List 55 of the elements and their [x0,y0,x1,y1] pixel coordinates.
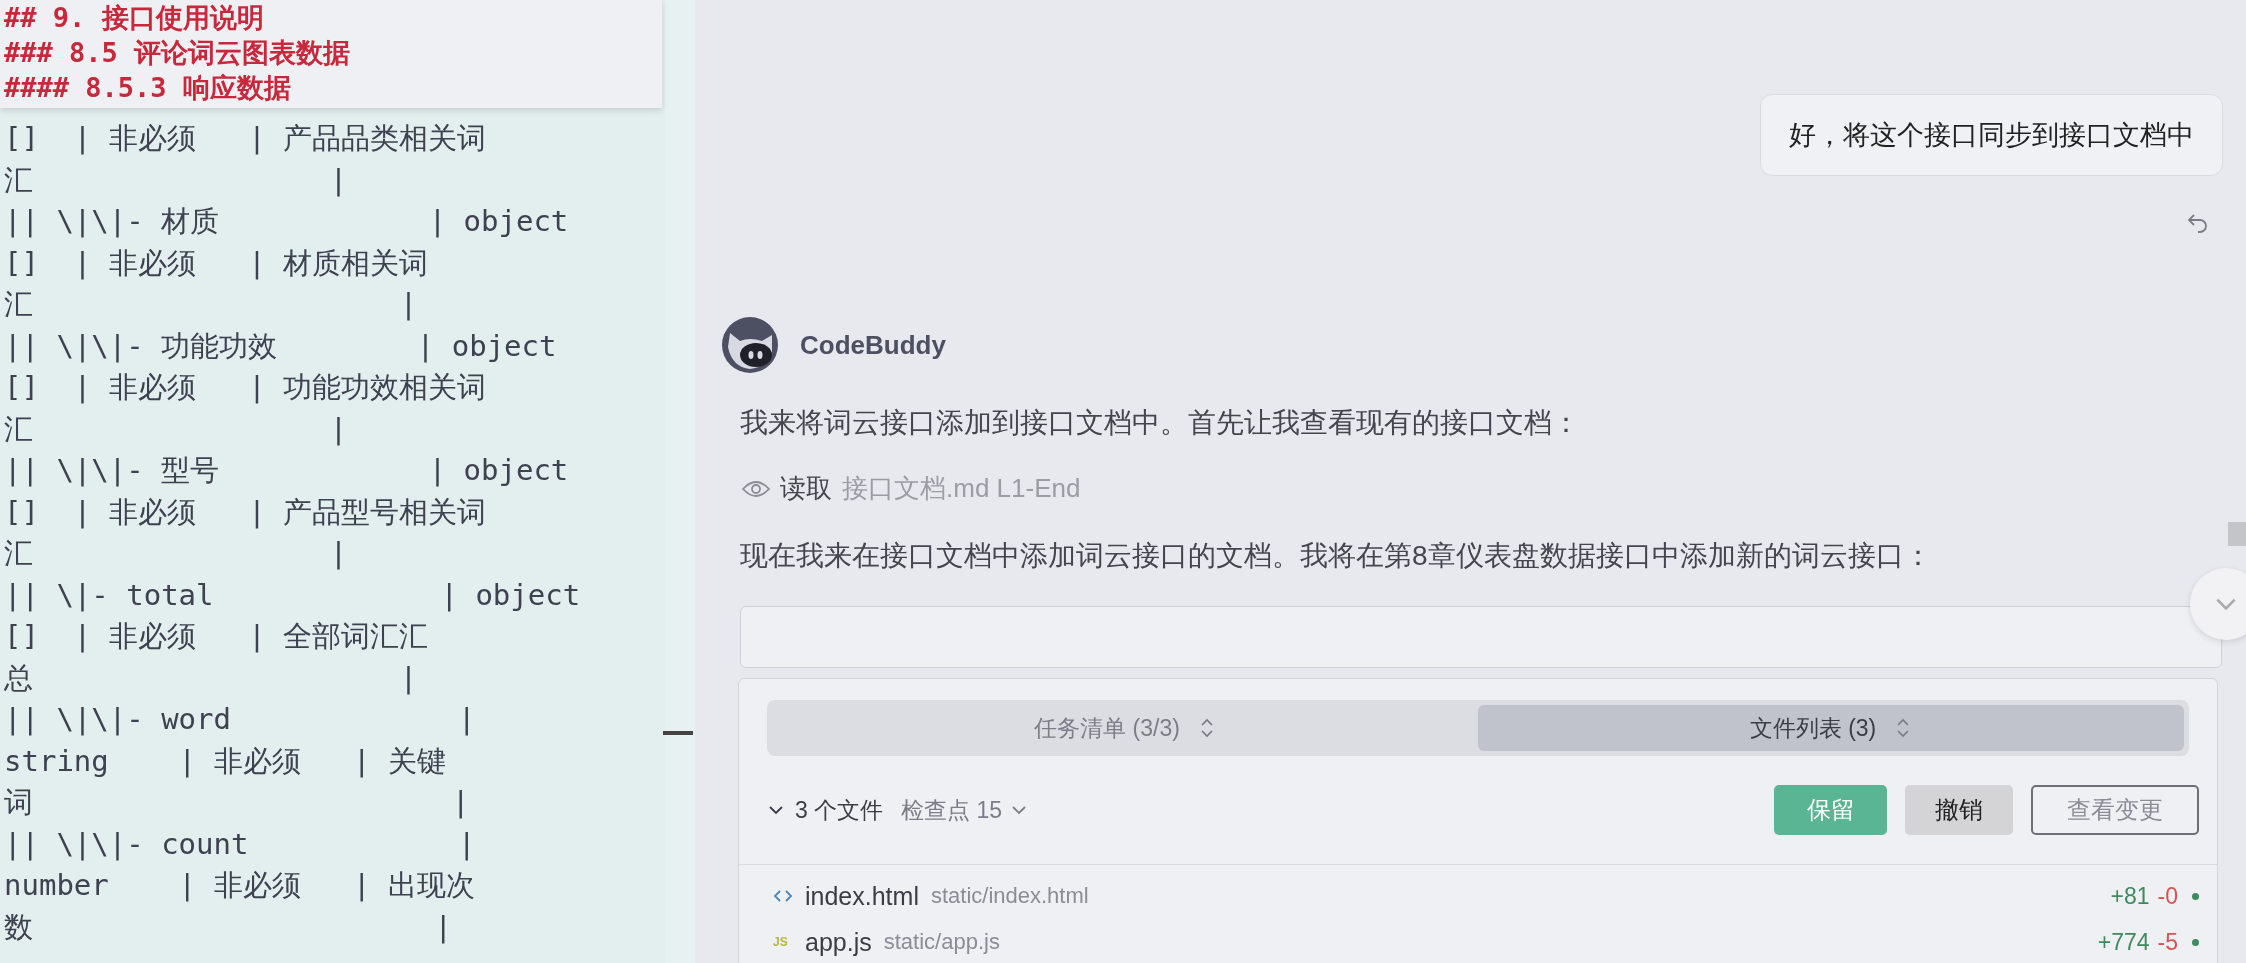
checkpoint-dropdown[interactable]: 检查点 15 [901,794,1029,826]
code-line: || \|\|- 型号 | object [4,452,569,489]
code-line: [] | 非必须 | 材质相关词 [4,244,429,282]
file-path: static/index.html [930,883,1089,909]
tab[interactable]: 任务清单 (3/3) [772,705,1478,751]
scroll-down-button[interactable] [2190,568,2246,640]
code-line: [] | 非必须 | 产品品类相关词 [4,120,487,157]
eye-icon [742,478,770,499]
file-row[interactable]: index.html static/index.html +81 -0 [773,873,2199,919]
js-icon: JS [773,935,793,949]
file-row[interactable]: JS app.js static/app.js +774 -5 [773,919,2199,963]
scrollbar-thumb[interactable] [2228,522,2246,546]
status-dot [2192,892,2199,900]
message-text: 现在我来在接口文档中添加词云接口的文档。我将在第8章仪表盘数据接口中添加新的词云接口： [740,539,1932,573]
status-dot [2192,938,2199,946]
code-line: [] | 非必须 | 全部词汇汇 [4,618,429,655]
file-link[interactable]: 接口文档.md L1-End [842,471,1081,506]
tool-action: 读取 [780,472,832,505]
code-line: || \|\|- count | [4,825,476,863]
removed-count: -5 [2157,928,2178,956]
file-name: app.js [805,927,872,957]
added-count: +81 [2110,882,2150,910]
code-line: || \|\|- word | [4,701,476,738]
tab[interactable]: 文件列表 (3) [1478,705,2184,751]
file-count: 3 个文件 [795,795,884,825]
code-line: number | 非必须 | 出现次 [4,867,475,904]
code-line: 汇 | [4,286,418,323]
file-path: static/app.js [883,929,1000,955]
code-line: 汇 | [4,161,348,199]
file-name: index.html [805,881,919,911]
code-line: [] | 非必须 | 产品型号相关词 [4,493,487,531]
code-line: 汇 | [4,535,348,572]
added-count: +774 [2097,928,2150,956]
heading-line: ## 9. 接口使用说明 [4,1,264,35]
code-line: 总 | [4,659,418,697]
message-text: 我来将词云接口添加到接口文档中。首先让我查看现有的接口文档： [740,406,1580,440]
code-line: 词 | [4,784,470,821]
code-line: string | 非必须 | 关键 [4,742,446,780]
code-line: 数 | [4,908,453,946]
heading-line: #### 8.5.3 响应数据 [4,71,291,105]
removed-count: -0 [2157,882,2178,910]
code-icon [773,888,793,904]
code-line: || \|\|- 功能功效 | object [4,327,557,365]
code-line: || \|- total | object [4,576,581,614]
code-line: [] | 非必须 | 功能功效相关词 [4,369,487,406]
code-line: || \|\|- 材质 | object [4,203,569,240]
resize-handle[interactable] [663,731,693,735]
undo-button[interactable]: 撤销 [1905,785,2013,835]
view-changes-button[interactable]: 查看变更 [2031,785,2199,835]
code-line: 汇 | [4,410,348,448]
keep-button[interactable]: 保留 [1774,785,1887,835]
heading-line: ### 8.5 评论词云图表数据 [4,36,351,70]
assistant-name: CodeBuddy [800,329,946,361]
user-message: 好，将这个接口同步到接口文档中 [1760,94,2223,176]
avatar-icon [722,317,778,373]
